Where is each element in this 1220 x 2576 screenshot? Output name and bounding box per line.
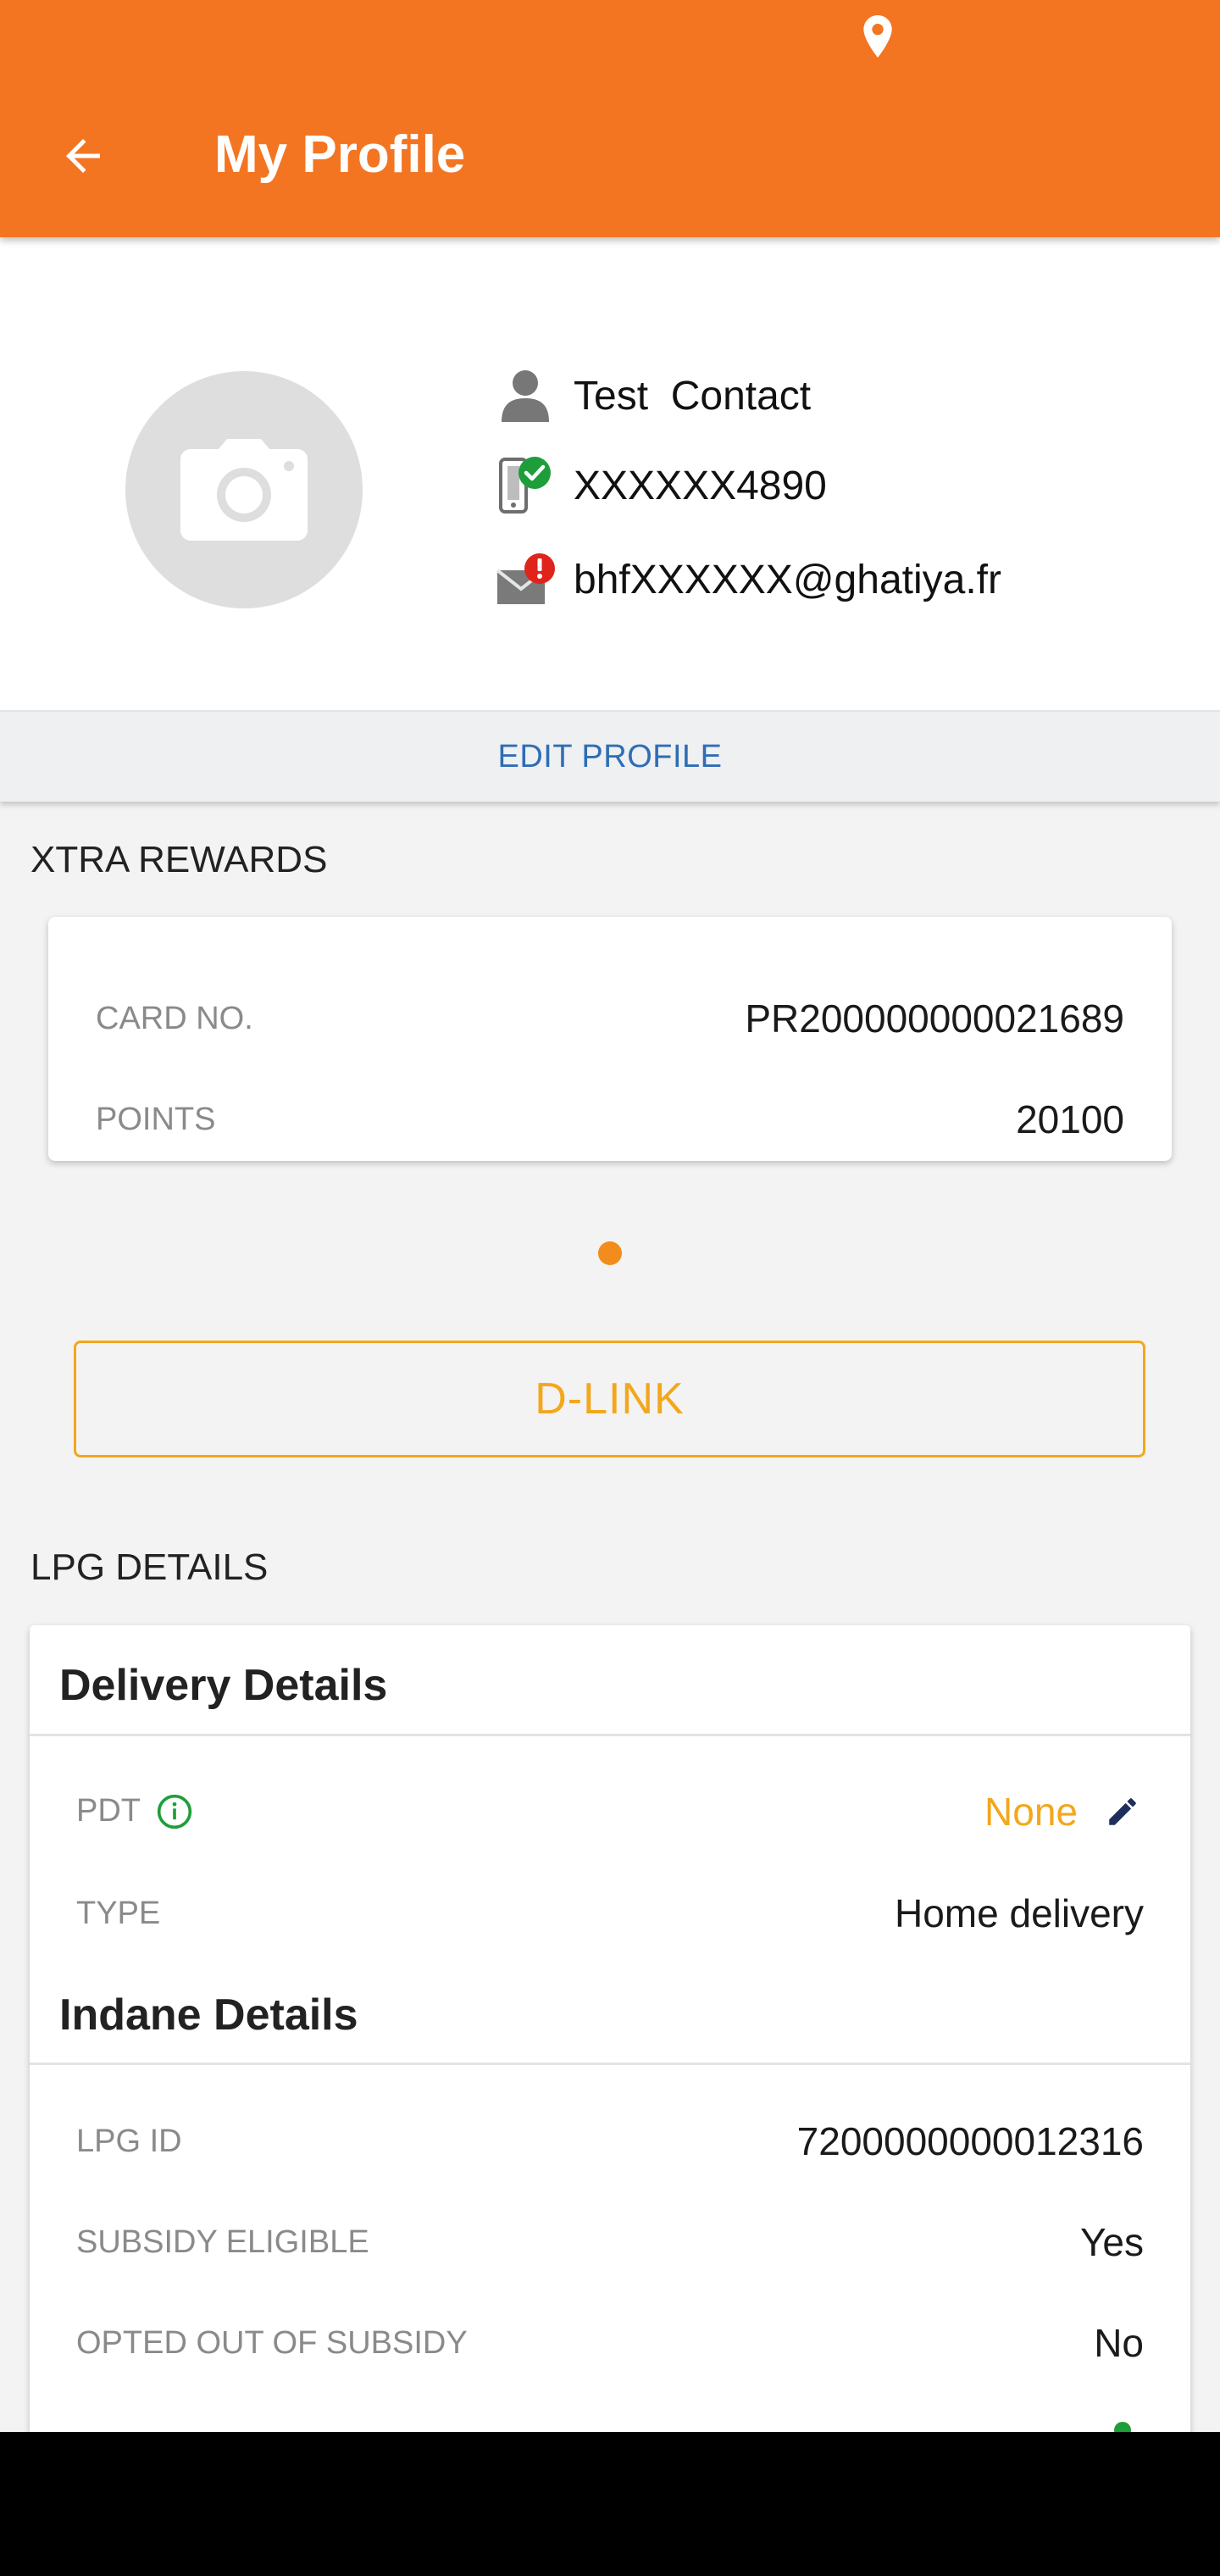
lpg-id-label: LPG ID <box>76 2123 182 2159</box>
profile-email: bhfXXXXXX@ghatiya.fr <box>574 557 1001 602</box>
edit-pencil-icon[interactable] <box>1101 1790 1144 1833</box>
edit-profile-button[interactable]: EDIT PROFILE <box>0 710 1220 802</box>
pdt-value-wrap: None <box>984 1789 1144 1835</box>
info-icon[interactable] <box>156 1793 193 1830</box>
edit-profile-label: EDIT PROFILE <box>497 738 723 774</box>
pdt-label: PDT <box>76 1792 141 1829</box>
person-icon <box>496 366 555 425</box>
points-label: POINTS <box>96 1101 216 1137</box>
card-number-row: CARD NO. PR200000000021689 <box>48 989 1172 1048</box>
divider <box>30 1734 1190 1736</box>
camera-icon <box>180 439 308 541</box>
lpg-id-value: 7200000000012316 <box>796 2119 1144 2163</box>
page-title: My Profile <box>214 125 466 184</box>
profile-phone-row: XXXXXX4890 <box>496 452 827 519</box>
type-label: TYPE <box>76 1895 161 1931</box>
system-nav-bar <box>0 2432 1220 2576</box>
points-row: POINTS 20100 <box>48 1090 1172 1149</box>
pdt-value: None <box>984 1790 1078 1834</box>
location-pin-icon <box>861 15 895 58</box>
subsidy-eligible-value: Yes <box>1079 2220 1144 2264</box>
indane-details-heading: Indane Details <box>59 1990 358 2040</box>
points-value: 20100 <box>1016 1097 1124 1141</box>
opted-out-label: OPTED OUT OF SUBSIDY <box>76 2324 468 2361</box>
profile-phone: XXXXXX4890 <box>574 463 827 508</box>
xtra-rewards-title: XTRA REWARDS <box>30 839 328 880</box>
profile-name: Test Contact <box>574 373 812 419</box>
pdt-label-wrap: PDT <box>76 1793 193 1831</box>
d-link-button[interactable]: D-LINK <box>74 1341 1145 1457</box>
lpg-id-row: LPG ID 7200000000012316 <box>30 2112 1190 2171</box>
app-bar: My Profile <box>0 0 1220 237</box>
delivery-details-heading: Delivery Details <box>59 1661 388 1710</box>
rewards-card[interactable]: CARD NO. PR200000000021689 POINTS 20100 <box>48 917 1172 1161</box>
type-row: TYPE Home delivery <box>30 1884 1190 1943</box>
profile-email-row: bhfXXXXXX@ghatiya.fr <box>496 546 1001 613</box>
d-link-label: D-LINK <box>535 1374 685 1424</box>
email-unverified-icon <box>496 550 555 609</box>
back-arrow-icon[interactable] <box>51 124 115 188</box>
subsidy-eligible-row: SUBSIDY ELIGIBLE Yes <box>30 2212 1190 2272</box>
pdt-row: PDT None <box>30 1782 1190 1841</box>
phone-verified-icon <box>496 456 555 515</box>
profile-avatar[interactable] <box>125 371 363 608</box>
carousel-page-indicator[interactable] <box>598 1241 622 1265</box>
profile-header: Test Contact XXXXXX4890 bhfXXXXXX@ghatiy… <box>0 237 1220 710</box>
card-number-label: CARD NO. <box>96 1000 253 1036</box>
type-value: Home delivery <box>895 1891 1144 1935</box>
subsidy-eligible-label: SUBSIDY ELIGIBLE <box>76 2223 369 2260</box>
profile-name-row: Test Contact <box>496 362 811 430</box>
opted-out-value: No <box>1094 2321 1144 2365</box>
divider <box>30 2062 1190 2065</box>
lpg-details-card: Delivery Details PDT None TYPE Home deli… <box>30 1625 1190 2473</box>
opted-out-row: OPTED OUT OF SUBSIDY No <box>30 2313 1190 2373</box>
card-number-value: PR200000000021689 <box>745 997 1124 1041</box>
lpg-details-title: LPG DETAILS <box>30 1546 269 1588</box>
